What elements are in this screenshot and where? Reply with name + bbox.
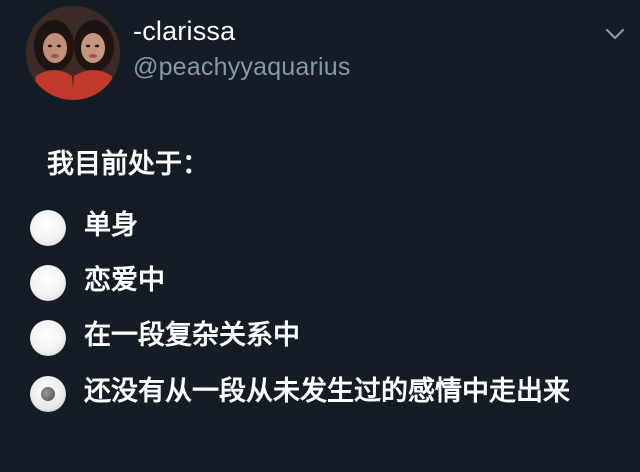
poll-option[interactable]: 还没有从一段从未发生过的感情中走出来: [30, 374, 570, 413]
poll-question: 我目前处于：: [47, 149, 209, 180]
avatar[interactable]: [26, 6, 120, 100]
poll-option-label: 在一段复杂关系中: [84, 320, 300, 351]
radio-button[interactable]: [30, 210, 66, 246]
avatar-image: [26, 6, 120, 100]
radio-button-selected[interactable]: [30, 376, 66, 412]
poll-option[interactable]: 单身: [30, 208, 138, 247]
user-handle[interactable]: @peachyyaquarius: [133, 53, 351, 82]
poll-option-label: 单身: [84, 210, 138, 241]
poll-option[interactable]: 恋爱中: [30, 263, 165, 302]
user-display-name[interactable]: -clarissa: [133, 16, 235, 47]
radio-button[interactable]: [30, 320, 66, 356]
radio-button[interactable]: [30, 265, 66, 301]
tweet: -clarissa @peachyyaquarius 我目前处于： 单身 恋爱中…: [0, 0, 640, 472]
chevron-down-icon[interactable]: [604, 26, 626, 42]
poll-option-label: 还没有从一段从未发生过的感情中走出来: [84, 376, 570, 407]
poll-option-label: 恋爱中: [84, 265, 165, 296]
poll-option[interactable]: 在一段复杂关系中: [30, 318, 300, 357]
